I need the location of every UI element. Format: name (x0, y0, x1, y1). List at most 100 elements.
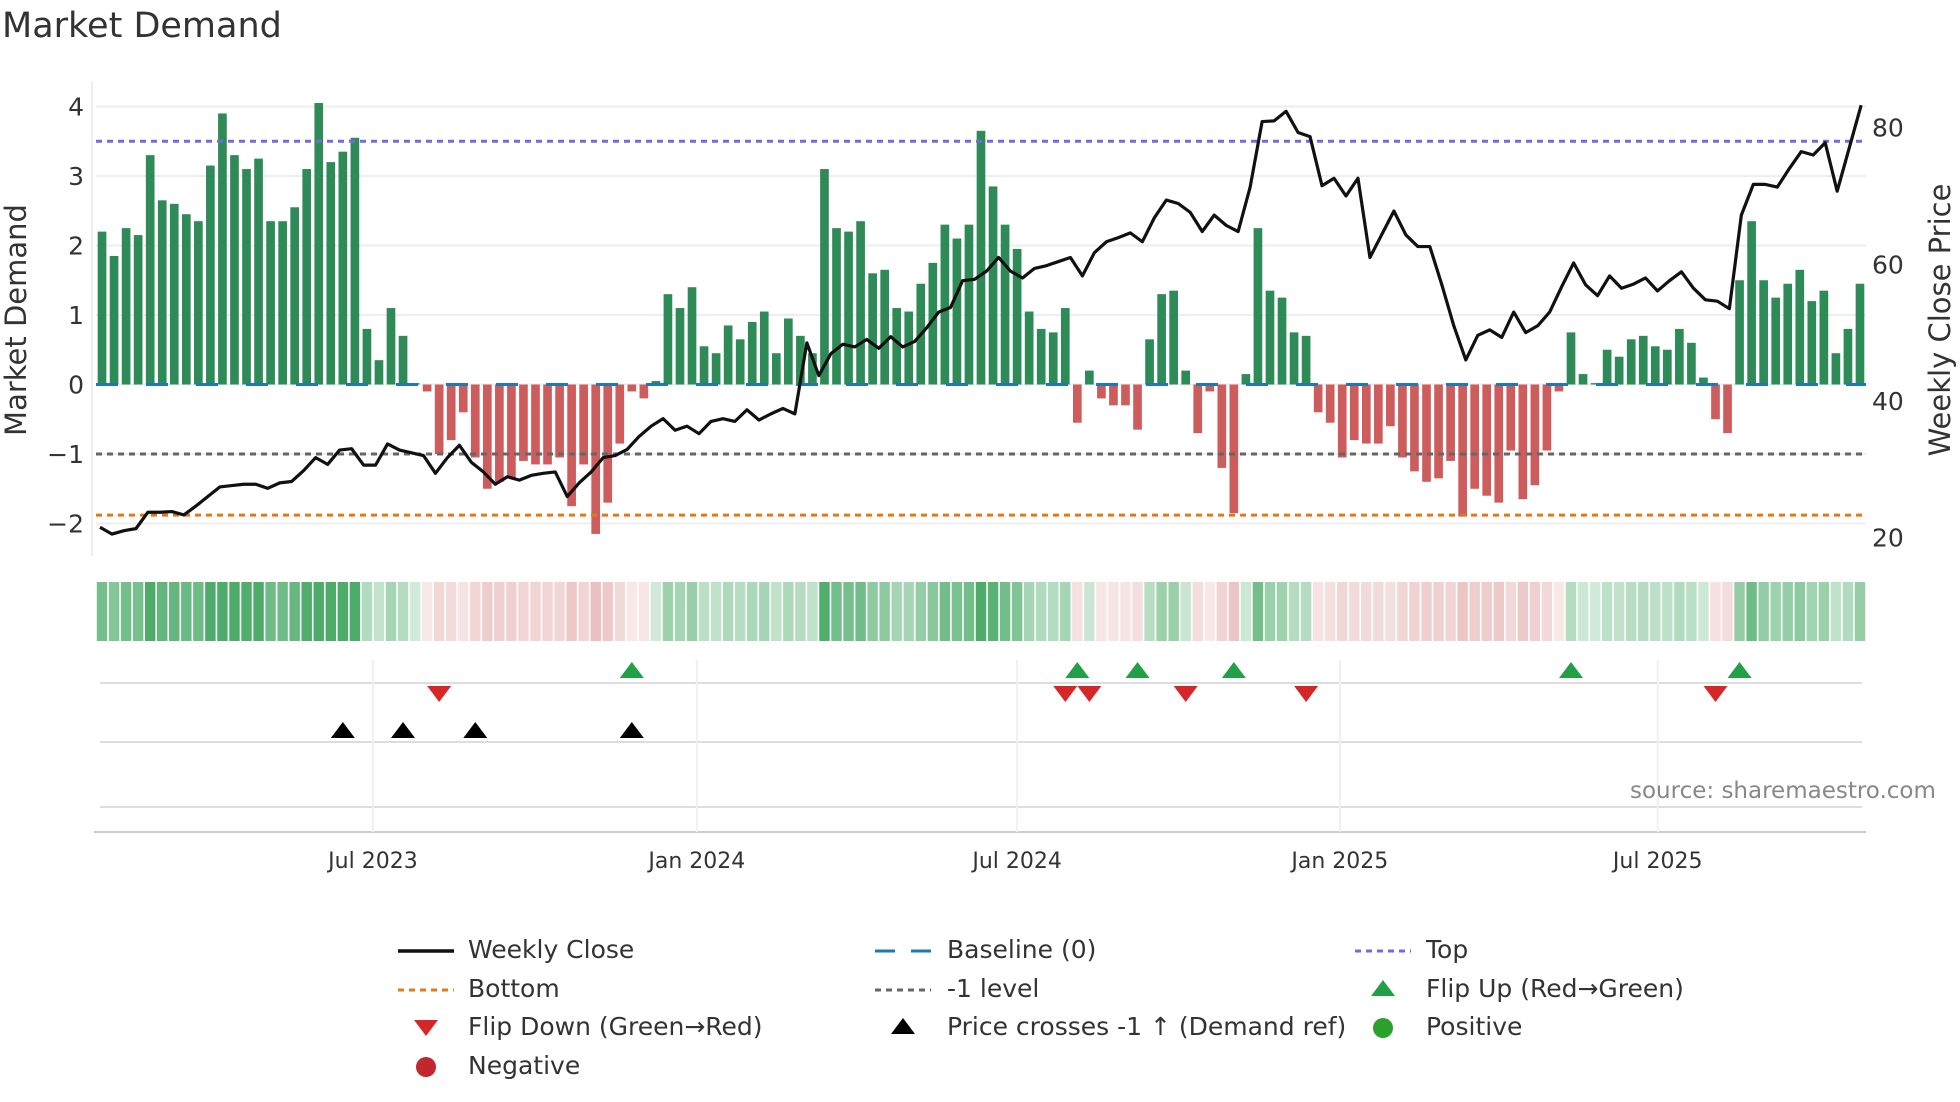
demand-bar (1783, 283, 1793, 385)
y-tick-label: 4 (68, 93, 84, 122)
demand-bar (398, 335, 408, 385)
flip-down-marker (1703, 686, 1728, 702)
heat-cell (1601, 582, 1613, 641)
demand-bar (784, 318, 793, 385)
demand-bar (1566, 332, 1576, 385)
demand-bar (976, 130, 986, 385)
flip-down-marker (427, 686, 452, 702)
heat-cell (1409, 582, 1420, 641)
demand-bar (1012, 248, 1022, 385)
heat-cell (747, 582, 758, 641)
demand-bar (1422, 384, 1431, 482)
heat-cell (1806, 582, 1818, 641)
heat-cell (927, 582, 939, 641)
demand-bar (326, 162, 336, 385)
heat-cell (1541, 582, 1553, 641)
heat-cell (1638, 582, 1649, 641)
demand-bar (675, 308, 685, 385)
demand-bar (1301, 335, 1311, 385)
demand-bar (1843, 328, 1853, 385)
demand-bar (350, 137, 360, 385)
heat-cell (397, 582, 409, 641)
demand-bar (1229, 384, 1239, 514)
demand-bar (254, 158, 263, 385)
y2-tick-label: 80 (1872, 114, 1904, 143)
demand-bar (470, 384, 480, 458)
demand-bar (422, 384, 432, 392)
demand-bar (1506, 384, 1516, 451)
legend-item-label: Negative (468, 1051, 581, 1080)
heat-cell (518, 582, 529, 641)
demand-bar (1831, 353, 1841, 385)
demand-bar (1277, 297, 1287, 385)
heat-cell (951, 582, 963, 641)
heat-cell (1337, 582, 1348, 641)
demand-bar (1193, 384, 1203, 434)
heat-cell (1035, 582, 1047, 641)
demand-bar (615, 384, 625, 444)
flip-down-marker (1173, 686, 1198, 702)
demand-bar (771, 353, 781, 385)
heat-cell (1842, 582, 1854, 641)
heat-cell (963, 582, 975, 641)
heat-cell (1818, 582, 1830, 641)
heat-cell (421, 582, 433, 641)
demand-bar (1650, 346, 1660, 385)
legend-item-label: Flip Down (Green→Red) (468, 1012, 763, 1041)
demand-bar (1759, 280, 1768, 385)
heat-cell (1084, 582, 1095, 641)
heat-cell (698, 582, 710, 641)
demand-bar (880, 269, 890, 385)
demand-bar (868, 273, 877, 385)
heat-cell (987, 582, 999, 641)
demand-bar (1289, 332, 1299, 385)
legend-item-label: Weekly Close (468, 935, 635, 964)
demand-bar (507, 384, 516, 479)
heat-cell (686, 582, 698, 641)
demand-bar (1578, 374, 1588, 385)
heat-cell (96, 582, 108, 641)
heat-cell (1493, 582, 1504, 641)
demand-bar (446, 384, 456, 441)
heat-cell (1517, 582, 1529, 641)
demand-bar (1446, 384, 1455, 461)
x-tick-label: Jan 2024 (646, 849, 745, 874)
demand-bar (109, 255, 119, 385)
heat-cell (361, 582, 373, 641)
demand-bar (1048, 332, 1058, 385)
y-tick-label: −1 (47, 440, 84, 469)
heat-cell (1288, 582, 1300, 641)
demand-bar (302, 169, 312, 385)
y2-tick-label: 20 (1872, 524, 1904, 553)
heat-cell (277, 582, 288, 641)
heat-cell (289, 582, 300, 641)
y-tick-label: 0 (68, 371, 84, 400)
y2-tick-label: 40 (1872, 387, 1904, 416)
heat-cell (710, 582, 722, 641)
demand-bar (1325, 384, 1335, 423)
demand-bar (1530, 384, 1540, 486)
heat-cell (1481, 582, 1492, 641)
demand-bar (1181, 370, 1191, 385)
heat-cell (1457, 582, 1468, 641)
heat-cell (903, 582, 914, 641)
heat-cell (1589, 582, 1601, 641)
heat-cell (205, 582, 216, 641)
demand-bar (338, 151, 348, 385)
heat-cell (1264, 582, 1276, 641)
demand-bar (555, 384, 564, 458)
heat-cell (1192, 582, 1203, 641)
heat-cell (1373, 582, 1384, 641)
demand-bar (157, 200, 167, 385)
heat-cell (975, 582, 987, 641)
heat-cell (602, 582, 613, 641)
demand-bar (1807, 301, 1817, 385)
demand-bar (1253, 228, 1263, 385)
heat-cell (494, 582, 505, 641)
x-tick-label: Jan 2025 (1289, 849, 1388, 874)
legend-triangle-up-icon (891, 1018, 915, 1034)
demand-bar (374, 360, 384, 385)
heat-cell (554, 582, 565, 641)
heat-cell (915, 582, 927, 641)
heat-cell (1662, 582, 1673, 641)
